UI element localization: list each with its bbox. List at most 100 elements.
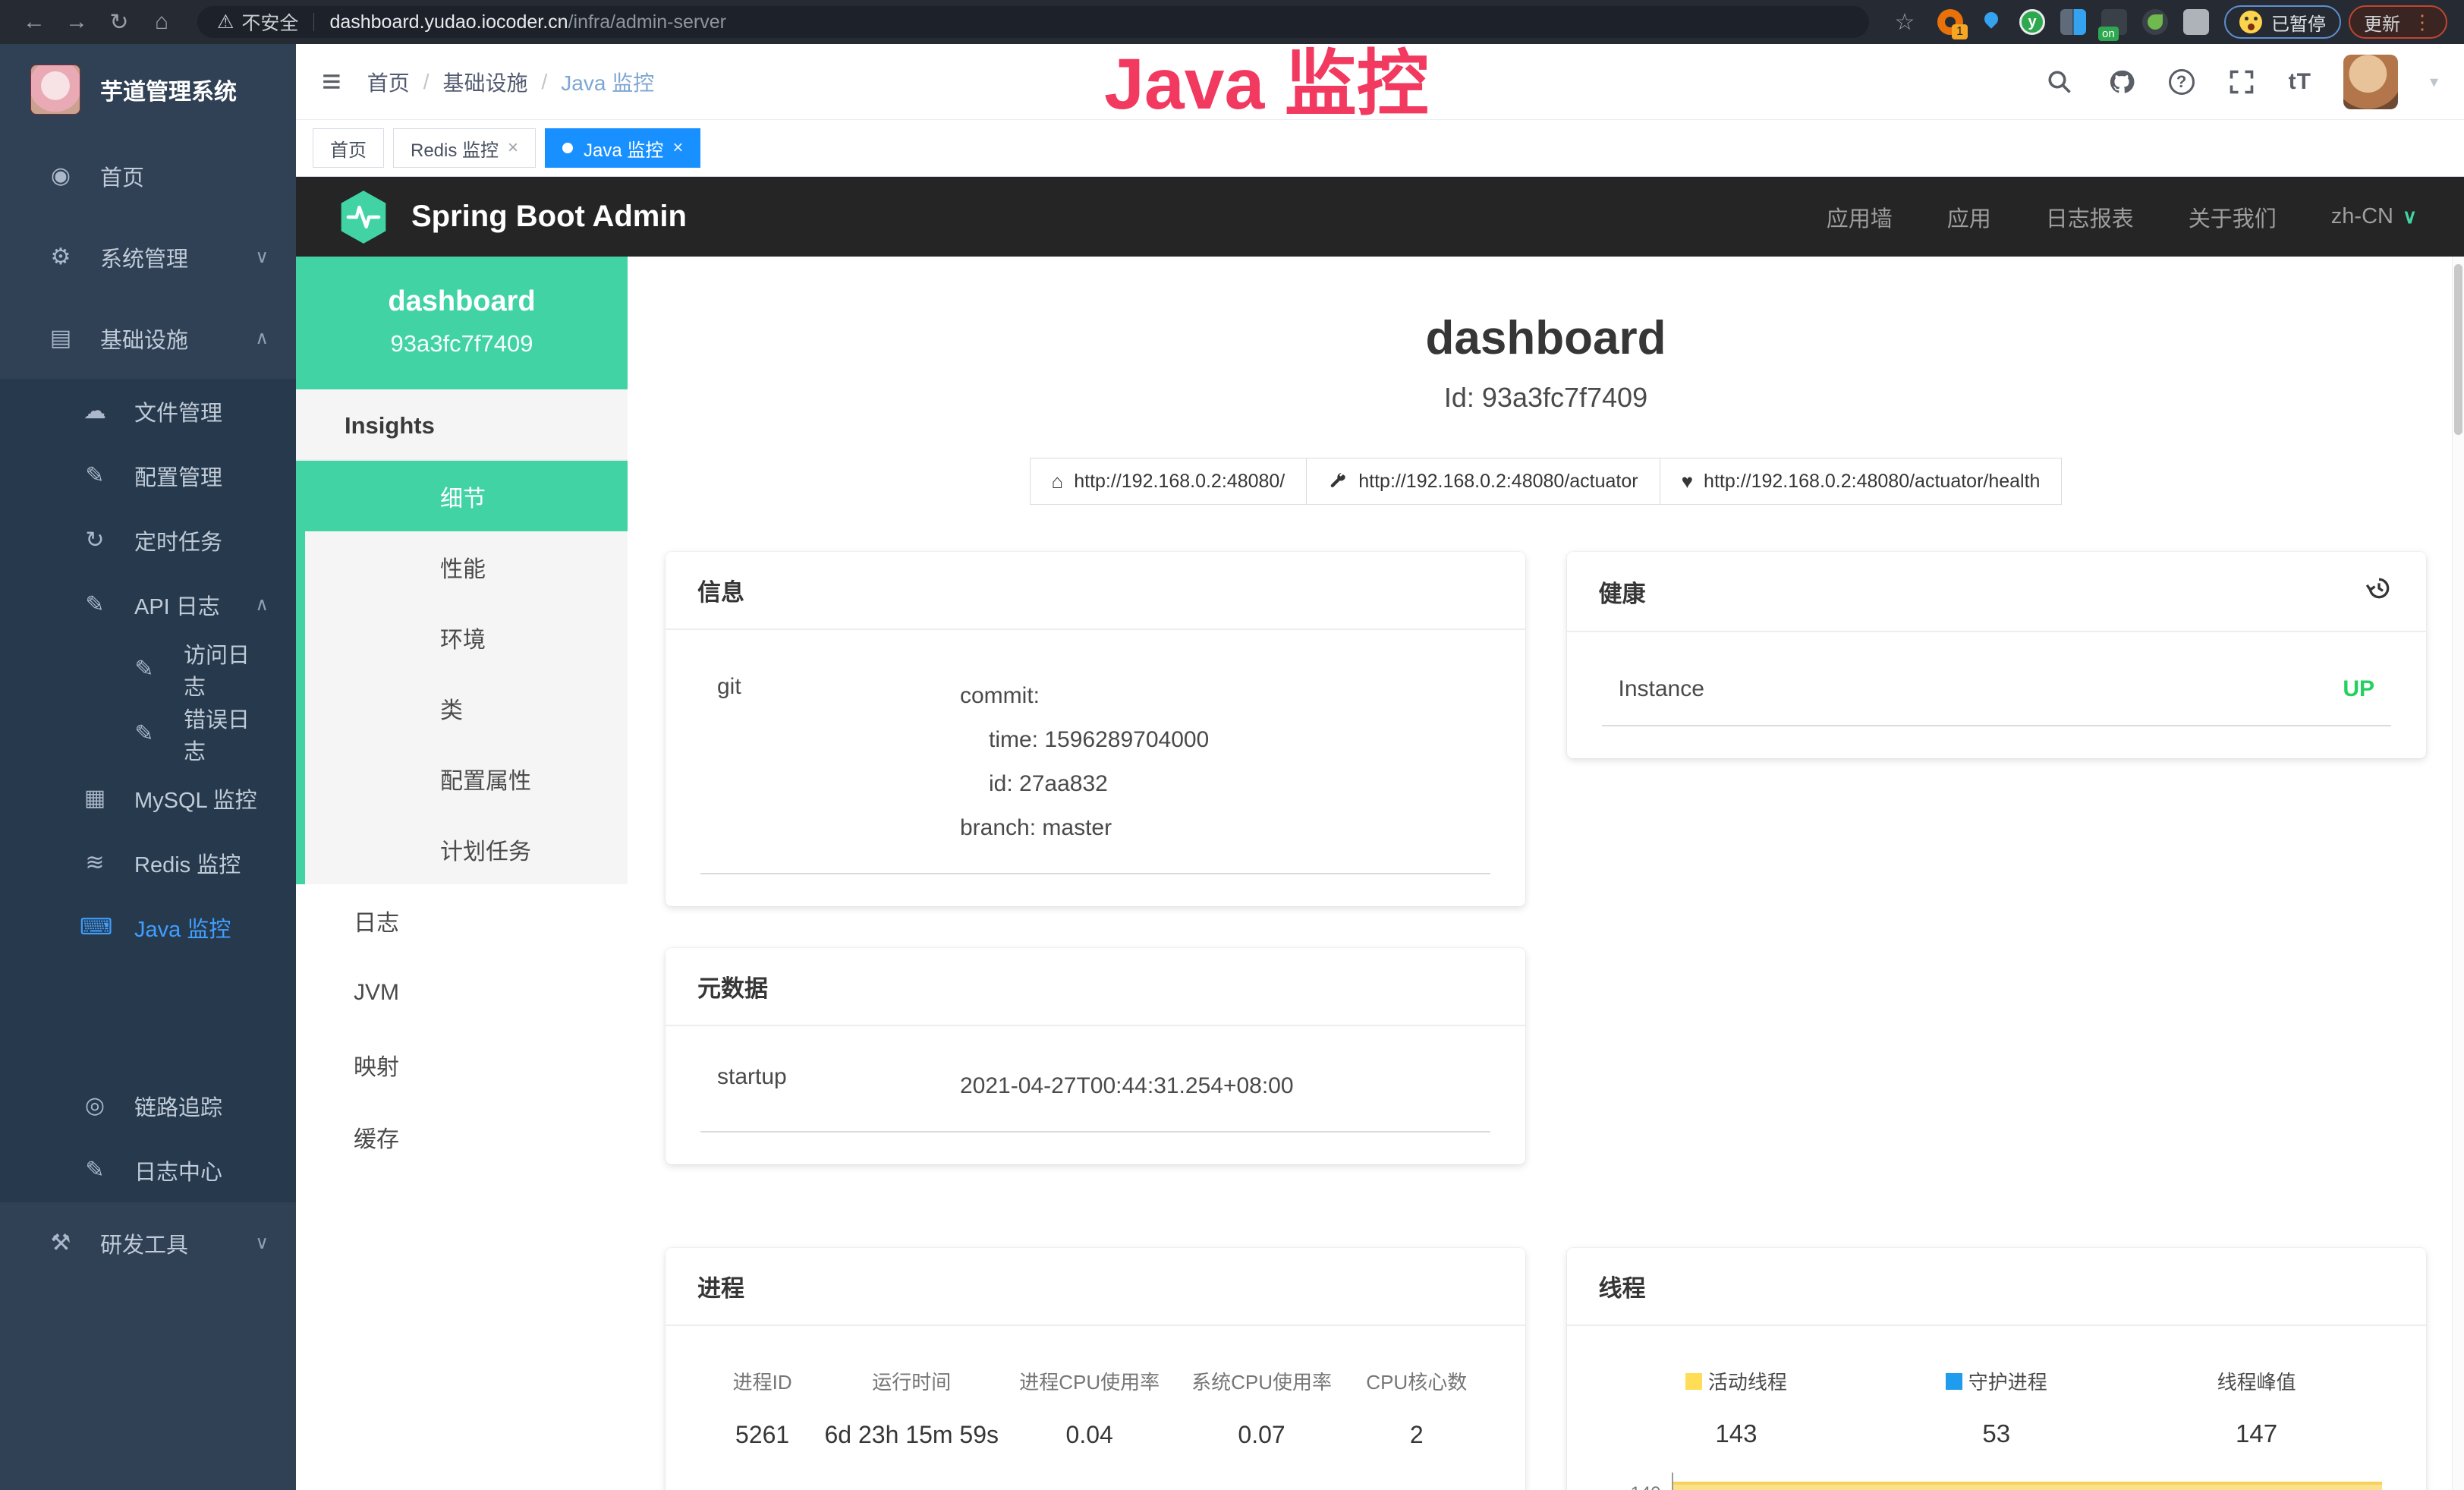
sba-menu-classes[interactable]: 类 (305, 673, 628, 743)
sba-nav: 应用墙 应用 日志报表 关于我们 zh-CN ∨ (1827, 201, 2417, 233)
health-url: http://192.168.0.2:48080/actuator/health (1704, 471, 2040, 493)
sba-app-header[interactable]: dashboard 93a3fc7f7409 (296, 257, 628, 389)
sidebar-item-files[interactable]: ☁ 文件管理 (0, 379, 296, 443)
sba-nav-wallboard[interactable]: 应用墙 (1827, 201, 1893, 233)
sba-menu-caches[interactable]: 缓存 (296, 1101, 628, 1173)
sidebar-item-error-log[interactable]: ✎ 错误日志 (0, 701, 296, 766)
service-url-button[interactable]: ⌂ http://192.168.0.2:48080/ (1030, 458, 1308, 505)
metadata-startup-value: 2021-04-27T00:44:31.254+08:00 (960, 1064, 1474, 1108)
sba-menu-mappings[interactable]: 映射 (296, 1029, 628, 1101)
info-card: 信息 git commit: time: 1596289704000 id: 2… (666, 552, 1525, 906)
info-card-title: 信息 (697, 573, 744, 607)
browser-menu-kebab-icon[interactable]: ⋮ (2412, 11, 2432, 34)
breadcrumb-separator: / (423, 70, 430, 94)
sidebar-item-label: 错误日志 (184, 702, 269, 766)
breadcrumb-separator: / (542, 70, 548, 94)
tab-home[interactable]: 首页 (313, 128, 384, 168)
health-card-title: 健康 (1599, 575, 1646, 609)
extension-leaf-icon[interactable] (2142, 9, 2168, 35)
sidebar-item-mysql[interactable]: ▦ MySQL 监控 (0, 766, 296, 830)
sidebar-item-jobs[interactable]: ↻ 定时任务 (0, 508, 296, 572)
annotation-java-monitor: Java 监控 (1104, 26, 1429, 130)
url-path: /infra/admin-server (568, 11, 726, 33)
sba-menu-config-props[interactable]: 配置属性 (305, 743, 628, 814)
history-icon[interactable] (2364, 573, 2394, 610)
sba-menu-environment[interactable]: 环境 (305, 602, 628, 673)
sidebar-item-dev-tools[interactable]: ⚒ 研发工具 ∨ (0, 1202, 296, 1284)
browser-home-icon[interactable]: ⌂ (144, 9, 179, 35)
extension-orange-icon[interactable]: 1 (1937, 9, 1963, 35)
tab-redis-monitor[interactable]: Redis 监控 × (393, 128, 536, 168)
address-bar[interactable]: ⚠ 不安全 dashboard.yudao.iocoder.cn/infra/a… (197, 6, 1869, 38)
sidebar-item-label: Java 监控 (134, 912, 231, 943)
sba-menu-details[interactable]: 细节 (296, 461, 628, 531)
github-icon[interactable] (2107, 67, 2137, 97)
sidebar-item-label: 基础设施 (100, 323, 188, 354)
sba-menu-jvm[interactable]: JVM (296, 956, 628, 1029)
extension-on-icon[interactable]: on (2101, 9, 2127, 35)
sidebar-item-home[interactable]: ◉ 首页 (0, 135, 296, 216)
sba-header: Spring Boot Admin 应用墙 应用 日志报表 关于我们 zh-CN… (296, 177, 2464, 257)
search-icon[interactable] (2044, 67, 2075, 97)
sidebar-item-log-center[interactable]: ✎ 日志中心 (0, 1138, 296, 1202)
profile-paused-button[interactable]: 已暂停 (2224, 5, 2341, 39)
fullscreen-icon[interactable] (2226, 67, 2257, 97)
avatar-caret-down-icon[interactable]: ▾ (2430, 72, 2438, 92)
user-avatar[interactable] (2343, 55, 2398, 109)
update-label: 更新 (2364, 9, 2400, 36)
spring-boot-admin-frame: Spring Boot Admin 应用墙 应用 日志报表 关于我们 zh-CN… (296, 177, 2464, 1490)
sba-nav-journal[interactable]: 日志报表 (2046, 201, 2134, 233)
sidebar-item-infra[interactable]: ▤ 基础设施 ∧ (0, 298, 296, 379)
browser-back-icon[interactable]: ← (17, 9, 52, 35)
sidebar-item-trace[interactable]: ◎ 链路追踪 (0, 1073, 296, 1138)
sidebar-item-api-log[interactable]: ✎ API 日志 ∧ (0, 572, 296, 637)
health-url-button[interactable]: ♥ http://192.168.0.2:48080/actuator/heal… (1660, 458, 2063, 505)
font-size-icon[interactable]: tT (2289, 69, 2311, 95)
sidebar-item-config[interactable]: ✎ 配置管理 (0, 443, 296, 508)
actuator-url: http://192.168.0.2:48080/actuator (1358, 471, 1638, 493)
tab-java-monitor[interactable]: Java 监控 × (545, 128, 700, 168)
process-card: 进程 进程ID5261 运行时间6d 23h 15m 59s 进程CPU使用率0… (666, 1248, 1525, 1490)
extension-y-icon[interactable]: y (2019, 9, 2045, 35)
threads-legend: 活动线程 143 守护进程 53 线程峰值 14 (1602, 1337, 2392, 1448)
sba-brand-title[interactable]: Spring Boot Admin (411, 200, 687, 234)
app-logo-block[interactable]: 芋道管理系统 (0, 44, 296, 135)
extension-grid-icon[interactable] (2060, 9, 2086, 35)
sidebar-item-redis[interactable]: ≋ Redis 监控 (0, 830, 296, 895)
breadcrumb-home[interactable]: 首页 (367, 67, 410, 97)
help-icon[interactable]: ? (2169, 69, 2195, 95)
sba-nav-about[interactable]: 关于我们 (2189, 201, 2277, 233)
hamburger-icon[interactable]: ≡ (322, 65, 341, 99)
bookmark-star-icon[interactable]: ☆ (1887, 9, 1922, 36)
sba-menu-scheduled-tasks[interactable]: 计划任务 (305, 814, 628, 884)
sidebar-item-java-monitor[interactable]: ⌨ Java 监控 (0, 895, 296, 959)
sba-menu-metrics[interactable]: 性能 (305, 531, 628, 602)
scrollbar-track[interactable] (2452, 257, 2464, 1490)
sba-nav-language[interactable]: zh-CN ∨ (2331, 204, 2417, 229)
close-tab-icon[interactable]: × (508, 137, 518, 159)
browser-reload-icon[interactable]: ↻ (102, 9, 137, 36)
security-label[interactable]: 不安全 (241, 8, 298, 36)
chevron-up-icon: ∧ (255, 327, 269, 349)
sidebar-item-access-log[interactable]: ✎ 访问日志 (0, 637, 296, 701)
browser-update-button[interactable]: 更新 ⋮ (2349, 5, 2447, 39)
actuator-url-button[interactable]: http://192.168.0.2:48080/actuator (1306, 458, 1660, 505)
chevron-down-icon: ∨ (255, 1232, 269, 1254)
breadcrumb-infra[interactable]: 基础设施 (442, 67, 527, 97)
sba-menu-logs[interactable]: 日志 (296, 884, 628, 956)
scrollbar-thumb[interactable] (2454, 264, 2462, 435)
database-icon: ▦ (80, 785, 110, 811)
sidebar-item-label: 访问日志 (184, 638, 269, 701)
chevron-up-icon: ∧ (255, 594, 269, 616)
sidebar-item-system[interactable]: ⚙ 系统管理 ∨ (0, 216, 296, 298)
sidebar-item-label: 定时任务 (134, 524, 222, 556)
daemon-threads-swatch (1946, 1373, 1962, 1390)
home-icon: ⌂ (1052, 470, 1064, 493)
close-tab-icon[interactable]: × (672, 137, 683, 159)
metadata-key-startup: startup (717, 1064, 960, 1108)
extensions-puzzle-icon[interactable] (2183, 9, 2209, 35)
extension-pin-icon[interactable] (1978, 9, 2004, 35)
sba-nav-applications[interactable]: 应用 (1947, 201, 1991, 233)
browser-forward-icon[interactable]: → (59, 9, 94, 35)
infrastructure-icon: ▤ (46, 325, 76, 351)
